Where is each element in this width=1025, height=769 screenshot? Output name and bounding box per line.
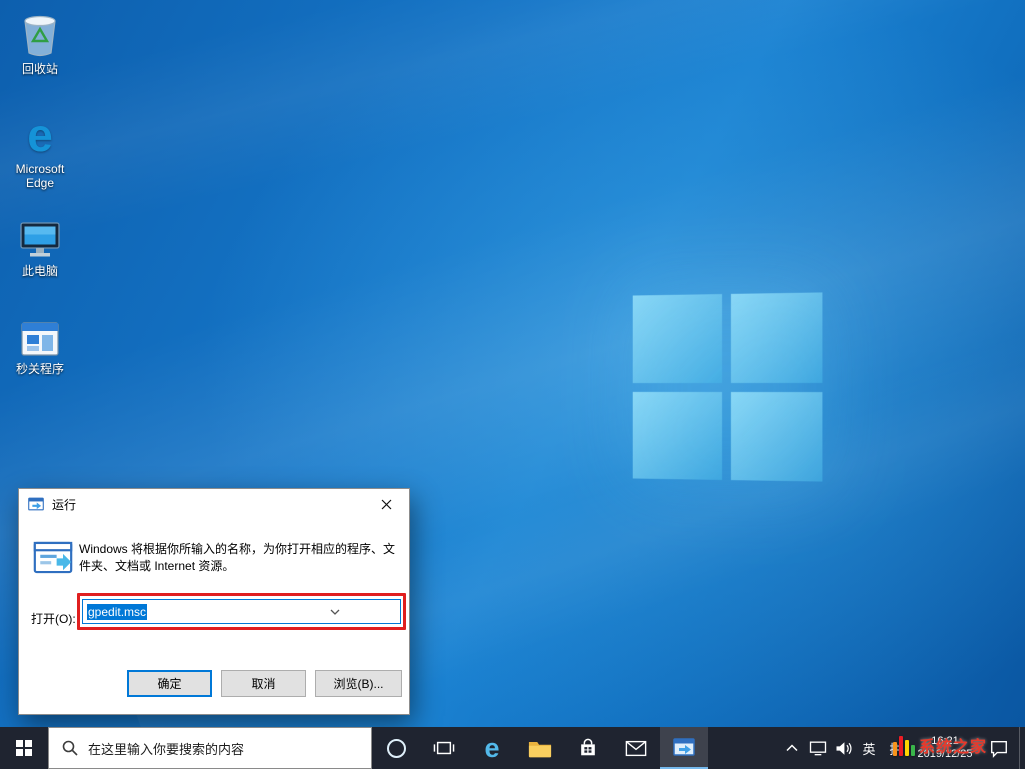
desktop-icon-label: 此电脑 — [2, 264, 78, 278]
clock-date: 2019/12/25 — [917, 748, 972, 761]
desktop: 回收站 e Microsoft Edge 此电脑 — [0, 0, 1025, 769]
cancel-button[interactable]: 取消 — [221, 670, 306, 697]
app-window-icon — [2, 310, 78, 358]
run-window-icon — [33, 541, 73, 574]
run-window-icon — [28, 497, 44, 511]
language-indicator[interactable]: 英 — [857, 727, 881, 769]
task-view-button[interactable] — [420, 727, 468, 769]
desktop-icon-this-pc[interactable]: 此电脑 — [2, 212, 78, 278]
browse-button[interactable]: 浏览(B)... — [315, 670, 402, 697]
start-icon — [16, 740, 33, 757]
close-button[interactable] — [363, 489, 409, 519]
windows-wallpaper-logo — [633, 292, 823, 481]
cortana-button[interactable] — [372, 727, 420, 769]
taskbar-empty-space — [708, 727, 779, 769]
this-pc-icon — [2, 212, 78, 260]
search-placeholder-text: 在这里输入你要搜索的内容 — [88, 739, 244, 758]
ok-button[interactable]: 确定 — [127, 670, 212, 697]
taskbar-search-box[interactable]: 在这里输入你要搜索的内容 — [48, 727, 372, 769]
active-app-icon — [673, 738, 695, 756]
wallpaper-light-beam — [0, 0, 1025, 279]
mail-icon — [625, 740, 647, 757]
edge-icon: e — [2, 110, 78, 158]
mail-button[interactable] — [612, 727, 660, 769]
red-annotation-box — [77, 593, 406, 630]
edge-taskbar-icon: e — [484, 735, 499, 762]
run-dialog: 运行 Windows 将根据你所输入的名称，为你打开相应的程序、文件夹、文档或 … — [18, 488, 410, 715]
action-center-button[interactable] — [979, 727, 1019, 769]
run-dialog-title: 运行 — [52, 496, 76, 513]
volume-icon — [834, 740, 854, 757]
active-app-run-button[interactable] — [660, 727, 708, 769]
open-label: 打开(O): — [31, 610, 76, 627]
desktop-icon-label: 秒关程序 — [2, 362, 78, 376]
clock-time: 16:21 — [931, 735, 959, 748]
volume-button[interactable] — [831, 727, 857, 769]
clock[interactable]: 16:21 2019/12/25 — [911, 727, 979, 769]
run-dialog-titlebar[interactable]: 运行 — [19, 489, 409, 519]
tray-show-hidden-icons-button[interactable] — [779, 727, 805, 769]
file-explorer-icon — [528, 738, 552, 758]
task-view-icon — [433, 738, 455, 758]
search-icon — [62, 740, 78, 756]
ime-label: 拼 — [886, 738, 905, 759]
desktop-icon-quick-close-app[interactable]: 秒关程序 — [2, 310, 78, 376]
desktop-icon-microsoft-edge[interactable]: e Microsoft Edge — [2, 110, 78, 190]
file-explorer-button[interactable] — [516, 727, 564, 769]
network-button[interactable] — [805, 727, 831, 769]
taskbar: 在这里输入你要搜索的内容 e — [0, 727, 1025, 769]
ime-indicator[interactable]: 拼 — [881, 727, 911, 769]
recycle-bin-icon — [2, 10, 78, 58]
desktop-icon-label: 回收站 — [2, 62, 78, 76]
store-icon — [578, 738, 598, 758]
store-button[interactable] — [564, 727, 612, 769]
edge-taskbar-button[interactable]: e — [468, 727, 516, 769]
run-dialog-description: Windows 将根据你所输入的名称，为你打开相应的程序、文件夹、文档或 Int… — [79, 541, 405, 575]
start-button[interactable] — [0, 727, 48, 769]
action-center-icon — [989, 738, 1009, 758]
show-desktop-button[interactable] — [1019, 727, 1025, 769]
language-label: 英 — [862, 739, 875, 758]
desktop-icon-recycle-bin[interactable]: 回收站 — [2, 10, 78, 76]
close-icon — [381, 499, 392, 510]
cortana-icon — [387, 739, 406, 758]
desktop-icon-label: Microsoft Edge — [2, 162, 78, 190]
tray-chevron-up-icon — [786, 744, 798, 752]
run-dialog-body: Windows 将根据你所输入的名称，为你打开相应的程序、文件夹、文档或 Int… — [19, 519, 409, 716]
network-icon — [808, 739, 828, 757]
